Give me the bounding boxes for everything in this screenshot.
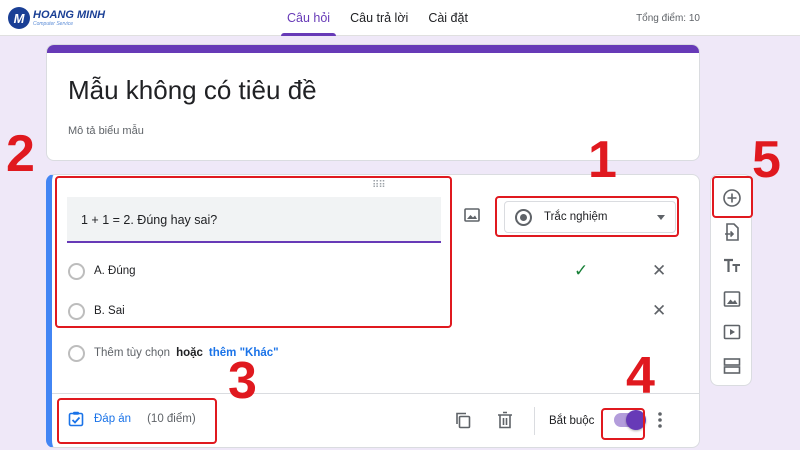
remove-option-icon[interactable]: ✕ <box>652 262 666 279</box>
total-points: Tổng điểm: 10 <box>636 13 700 24</box>
correct-check-icon: ✓ <box>574 261 589 280</box>
highlight-question-box <box>55 176 452 328</box>
add-title-icon[interactable] <box>722 256 742 276</box>
annotation-number: 3 <box>228 352 257 410</box>
required-label: Bắt buộc <box>549 415 595 427</box>
logo: M HOANG MINH Computer Service <box>8 6 105 30</box>
vertical-separator <box>534 407 535 435</box>
annotation-number: 5 <box>752 131 781 189</box>
form-tabs: Câu hỏi Câu trả lời Cài đặt <box>277 0 478 36</box>
annotation-number: 1 <box>588 131 617 189</box>
duplicate-icon[interactable] <box>454 411 472 429</box>
add-section-icon[interactable] <box>722 356 742 376</box>
form-title[interactable]: Mẫu không có tiêu đề <box>68 75 317 106</box>
footer-divider <box>52 393 699 394</box>
highlight-required-box <box>601 408 645 440</box>
highlight-add-box <box>712 176 753 218</box>
radio-icon <box>68 344 85 362</box>
add-image-icon[interactable] <box>722 289 742 309</box>
annotation-number: 4 <box>626 347 655 405</box>
delete-icon[interactable] <box>497 411 513 429</box>
tab-responses[interactable]: Câu trả lời <box>340 0 418 36</box>
accent-band <box>47 45 699 53</box>
add-video-icon[interactable] <box>722 322 742 342</box>
annotation-number: 2 <box>6 125 35 183</box>
form-description-field[interactable]: Mô tả biểu mẫu <box>68 125 144 137</box>
more-options-icon[interactable] <box>658 411 662 429</box>
remove-option-icon[interactable]: ✕ <box>652 302 666 319</box>
import-questions-icon[interactable] <box>722 222 742 242</box>
logo-tagline: Computer Service <box>33 20 74 27</box>
logo-mark-icon: M <box>8 7 30 29</box>
or-text: hoặc <box>176 347 203 359</box>
tab-questions[interactable]: Câu hỏi <box>277 0 340 36</box>
top-bar: M HOANG MINH Computer Service Câu hỏi Câ… <box>0 0 800 36</box>
highlight-type-box <box>495 196 679 237</box>
add-image-icon[interactable] <box>464 208 480 222</box>
logo-name: HOANG MINH <box>33 8 106 21</box>
add-option-placeholder[interactable]: Thêm tùy chọn <box>94 347 170 359</box>
tab-settings[interactable]: Cài đặt <box>418 0 478 36</box>
highlight-answer-box <box>57 398 217 444</box>
